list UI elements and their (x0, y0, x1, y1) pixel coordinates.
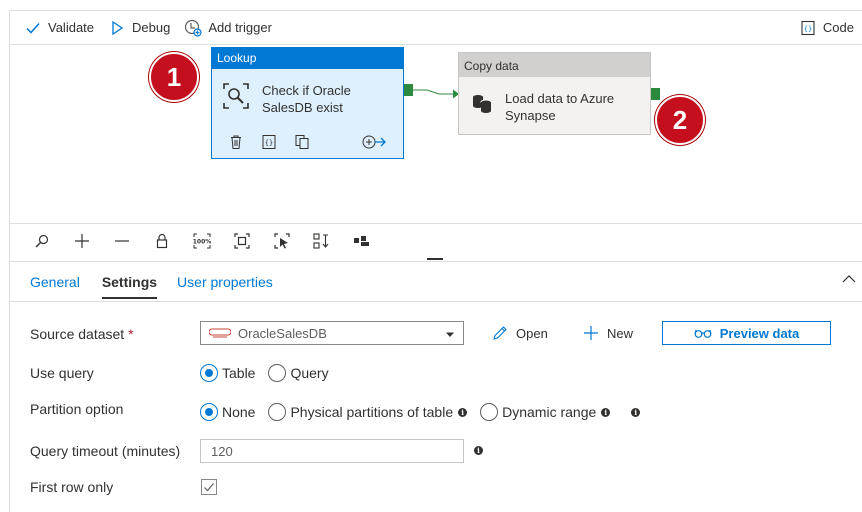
canvas-zoom-toolbar: 100% (10, 225, 862, 257)
validate-button[interactable]: Validate (24, 19, 94, 37)
dependency-connector (413, 89, 459, 99)
glasses-icon (694, 327, 712, 339)
source-dataset-dropdown[interactable]: OracleSalesDB (200, 321, 464, 345)
radio-selected-icon (200, 364, 218, 382)
debug-label: Debug (132, 20, 171, 35)
radio-label: None (222, 404, 256, 420)
source-dataset-label-text: Source dataset (30, 326, 125, 342)
new-dataset-button[interactable]: New (583, 325, 633, 341)
new-label: New (607, 325, 634, 341)
auto-align-icon[interactable] (312, 231, 332, 251)
preview-data-button[interactable]: Preview data (662, 321, 831, 345)
lookup-icon (222, 82, 250, 110)
lookup-activity-type: Lookup (212, 48, 403, 69)
lookup-activity[interactable]: Lookup Check if Oracle SalesDB exist {} (211, 47, 404, 159)
svg-text:{}: {} (804, 25, 812, 33)
partition-physical-radio[interactable]: Physical partitions of table i (268, 403, 468, 421)
checkmark-icon (24, 19, 42, 37)
add-output-icon[interactable] (361, 134, 387, 150)
zoom-in-icon[interactable] (72, 231, 92, 251)
layout-icon[interactable] (352, 231, 372, 251)
radio-selected-icon (200, 403, 218, 421)
search-icon[interactable] (32, 231, 52, 251)
add-icon (583, 325, 599, 341)
radio-label: Table (222, 365, 256, 381)
source-dataset-label: Source dataset * (30, 326, 134, 342)
use-query-options: Table Query (200, 364, 342, 382)
partition-info-icon[interactable]: i (631, 407, 641, 417)
copy-data-activity[interactable]: Copy data Load data to Azure Synapse (458, 52, 651, 135)
add-trigger-button[interactable]: Add trigger (184, 19, 272, 37)
radio-icon (268, 403, 287, 421)
delete-icon[interactable] (228, 134, 244, 150)
partition-dynamic-range-radio[interactable]: Dynamic range i (480, 403, 611, 421)
zoom-out-icon[interactable] (112, 231, 132, 251)
copy-activity-type: Copy data (459, 53, 650, 77)
trigger-icon (184, 19, 202, 37)
select-icon[interactable] (272, 231, 292, 251)
use-query-query-radio[interactable]: Query (268, 364, 329, 382)
zoom-100-icon[interactable]: 100% (192, 231, 212, 251)
svg-text:100%: 100% (193, 239, 211, 246)
radio-icon (480, 403, 499, 421)
play-icon (108, 19, 126, 37)
use-query-table-radio[interactable]: Table (200, 364, 255, 382)
lookup-success-handle[interactable] (404, 84, 413, 96)
open-dataset-button[interactable]: Open (492, 325, 548, 341)
copy-activity-name: Load data to Azure Synapse (505, 91, 615, 123)
pencil-icon (492, 325, 508, 341)
oracle-icon (209, 328, 231, 338)
lookup-activity-name: Check if Oracle SalesDB exist (262, 83, 351, 115)
step-badge-1: 1 (149, 52, 199, 102)
chevron-up-icon[interactable] (842, 272, 856, 286)
pipeline-canvas[interactable]: Lookup Check if Oracle SalesDB exist {} (10, 46, 862, 224)
code-label: Code (822, 20, 854, 35)
pipeline-toolbar: Validate Debug Add trigger {} Code (10, 11, 862, 45)
partition-option-label: Partition option (30, 401, 124, 417)
clone-icon[interactable] (294, 134, 310, 150)
tab-settings[interactable]: Settings (101, 264, 158, 299)
open-label: Open (516, 325, 548, 341)
code-icon: {} (799, 19, 817, 37)
validate-label: Validate (48, 20, 95, 35)
tab-general[interactable]: General (30, 264, 80, 299)
radio-label: Physical partitions of table (290, 404, 454, 420)
partition-options: None Physical partitions of table i Dyna… (200, 403, 641, 421)
svg-text:{}: {} (265, 139, 273, 147)
step-badge-2: 2 (655, 95, 705, 145)
lock-icon[interactable] (152, 231, 172, 251)
add-trigger-label: Add trigger (208, 20, 272, 35)
info-icon[interactable]: i (601, 407, 611, 417)
tab-user-properties[interactable]: User properties (177, 264, 273, 299)
first-row-only-label: First row only (30, 479, 114, 495)
radio-label: Dynamic range (502, 404, 597, 420)
properties-tabs: General Settings User properties (10, 262, 862, 302)
query-timeout-input[interactable]: 120 (200, 439, 464, 463)
radio-label: Query (290, 365, 329, 381)
panel-resize-handle[interactable] (427, 258, 443, 260)
use-query-label: Use query (30, 365, 94, 381)
required-mark: * (128, 326, 134, 342)
radio-icon (268, 364, 287, 382)
caret-down-icon (445, 326, 455, 341)
preview-data-label: Preview data (719, 325, 800, 341)
database-icon (469, 90, 495, 116)
first-row-only-checkbox[interactable] (201, 479, 217, 495)
source-dataset-value: OracleSalesDB (238, 325, 327, 341)
query-timeout-label: Query timeout (minutes) (30, 443, 181, 459)
fit-to-screen-icon[interactable] (232, 231, 252, 251)
partition-none-radio[interactable]: None (200, 403, 255, 421)
debug-button[interactable]: Debug (108, 19, 170, 37)
query-timeout-info-icon[interactable]: i (474, 446, 483, 455)
copy-success-handle[interactable] (651, 88, 660, 100)
info-icon[interactable]: i (458, 407, 468, 417)
checkmark-icon (204, 483, 214, 492)
code-icon[interactable]: {} (261, 134, 277, 150)
code-button[interactable]: {} Code (799, 19, 854, 37)
